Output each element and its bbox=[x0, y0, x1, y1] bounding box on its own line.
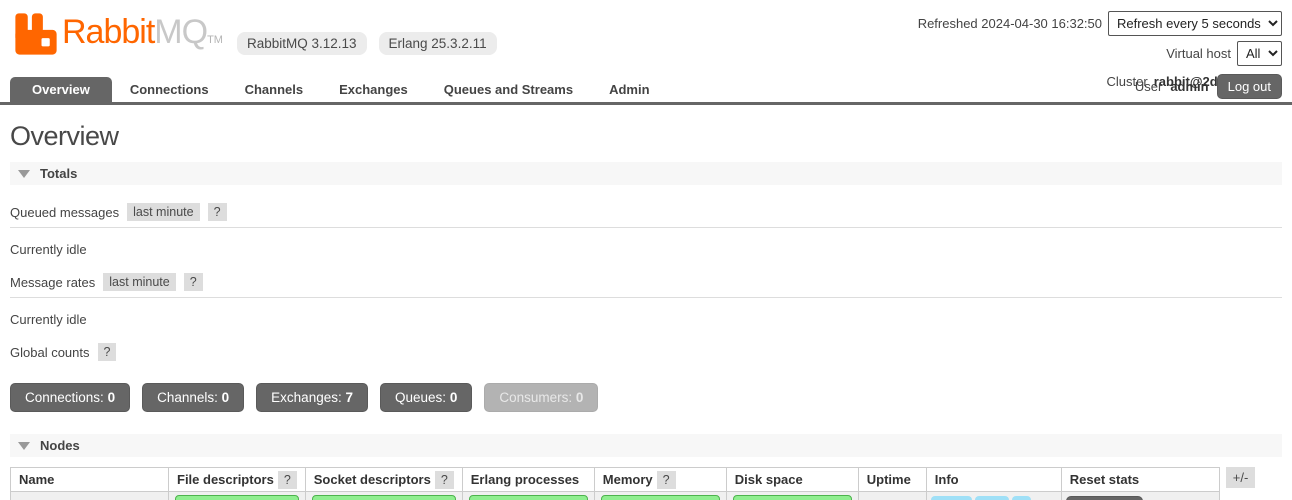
message-rates-label: Message rates bbox=[10, 274, 96, 290]
node-name-cell: rabbit@2d4f0fdf0306 bbox=[10, 491, 169, 500]
collapse-arrow-icon bbox=[18, 441, 30, 450]
col-header-file-descriptors: File descriptors? bbox=[168, 467, 306, 492]
nodes-section-title: Nodes bbox=[40, 438, 80, 453]
rabbitmq-logo-icon bbox=[15, 13, 57, 55]
col-header-socket-descriptors: Socket descriptors? bbox=[304, 467, 463, 492]
nodes-table: Name File descriptors? Socket descriptor… bbox=[10, 467, 1220, 500]
message-rates-range-badge[interactable]: last minute bbox=[103, 273, 176, 291]
exchanges-count-button[interactable]: Exchanges: 7 bbox=[256, 383, 368, 412]
col-header-disk-space: Disk space bbox=[725, 467, 859, 492]
logo-mq: MQ bbox=[154, 13, 208, 51]
node-row: rabbit@2d4f0fdf0306 37 1073741816 availa… bbox=[10, 491, 1220, 500]
queued-messages-range-badge[interactable]: last minute bbox=[127, 203, 200, 221]
connections-count-button[interactable]: Connections: 0 bbox=[10, 383, 131, 412]
logo-rabbit: Rabbit bbox=[62, 13, 155, 51]
col-header-info: Info bbox=[925, 467, 1062, 492]
refresh-row: Refreshed 2024-04-30 16:32:50 Refresh ev… bbox=[918, 10, 1282, 36]
virtual-host-row: Virtual host All bbox=[918, 40, 1282, 66]
page-title: Overview bbox=[10, 121, 119, 151]
memory-cell: 143 MiB 6.0 GiB high watermark bbox=[593, 491, 727, 500]
uptime-cell: 0m 53s bbox=[857, 491, 927, 500]
global-counts-help-icon[interactable]: ? bbox=[97, 343, 117, 361]
version-badges: RabbitMQ 3.12.13 Erlang 25.3.2.11 bbox=[236, 32, 497, 55]
reset-stats-cell: This nodeAll nodes bbox=[1060, 491, 1220, 500]
info-cell: basicdisc2rss bbox=[925, 491, 1062, 500]
info-badge-disc: disc bbox=[974, 496, 1010, 500]
disk-space-cell: 67 GiB 48 MiB low watermark bbox=[725, 491, 859, 500]
nodes-section-header[interactable]: Nodes bbox=[10, 434, 1282, 457]
col-header-reset-stats: Reset stats bbox=[1060, 467, 1220, 492]
user-label: User bbox=[1134, 79, 1163, 94]
virtual-host-label: Virtual host bbox=[1166, 45, 1231, 61]
reset-this-node-button[interactable]: This node bbox=[1065, 496, 1143, 500]
disk-space-bar: 67 GiB bbox=[732, 495, 852, 500]
col-header-memory: Memory? bbox=[593, 467, 727, 492]
info-badge-basic: basic bbox=[930, 496, 972, 500]
tab-channels[interactable]: Channels bbox=[227, 77, 322, 102]
totals-section-title: Totals bbox=[40, 166, 78, 181]
nodes-table-header-row: Name File descriptors? Socket descriptor… bbox=[10, 467, 1220, 492]
virtual-host-select[interactable]: All bbox=[1237, 40, 1282, 66]
logo-tm: TM bbox=[207, 34, 223, 46]
file-descriptors-help-icon[interactable]: ? bbox=[277, 471, 297, 489]
col-header-name: Name bbox=[10, 467, 169, 492]
channels-count-button[interactable]: Channels: 0 bbox=[142, 383, 245, 412]
global-counts-heading: Global counts ? bbox=[10, 343, 1282, 367]
refreshed-timestamp: Refreshed 2024-04-30 16:32:50 bbox=[917, 15, 1102, 31]
column-selector-button[interactable]: +/- bbox=[1225, 467, 1256, 488]
queued-messages-heading: Queued messages last minute ? bbox=[10, 203, 1282, 228]
erlang-version-badge: Erlang 25.3.2.11 bbox=[378, 32, 497, 55]
consumers-count-button: Consumers: 0 bbox=[484, 383, 599, 412]
socket-descriptors-cell: 0 966367545 available bbox=[304, 491, 463, 500]
collapse-arrow-icon bbox=[18, 169, 30, 178]
message-rates-idle-text: Currently idle bbox=[10, 312, 87, 327]
tab-queues-and-streams[interactable]: Queues and Streams bbox=[426, 77, 591, 102]
socket-descriptors-help-icon[interactable]: ? bbox=[434, 471, 454, 489]
header-status: Refreshed 2024-04-30 16:32:50 Refresh ev… bbox=[918, 8, 1282, 89]
queued-messages-idle-text: Currently idle bbox=[10, 242, 87, 257]
erlang-processes-cell: 391 1048576 available bbox=[461, 491, 595, 500]
tab-connections[interactable]: Connections bbox=[112, 77, 227, 102]
tab-admin[interactable]: Admin bbox=[591, 77, 667, 102]
memory-bar: 143 MiB bbox=[600, 495, 720, 500]
queues-count-button[interactable]: Queues: 0 bbox=[380, 383, 473, 412]
memory-help-icon[interactable]: ? bbox=[656, 471, 676, 489]
logout-button[interactable]: Log out bbox=[1216, 74, 1282, 99]
file-descriptors-bar: 37 bbox=[175, 495, 299, 500]
erlang-processes-bar: 391 bbox=[468, 495, 588, 500]
refresh-interval-select[interactable]: Refresh every 5 seconds bbox=[1108, 10, 1282, 36]
header: RabbitMQTM RabbitMQ 3.12.13 Erlang 25.3.… bbox=[10, 0, 1282, 89]
tab-exchanges[interactable]: Exchanges bbox=[321, 77, 426, 102]
main-nav: Overview Connections Channels Exchanges … bbox=[0, 74, 1292, 105]
queued-messages-label: Queued messages bbox=[10, 204, 120, 220]
user-area: User admin Log out bbox=[1135, 74, 1282, 102]
info-badge-count: 2 bbox=[1012, 496, 1032, 500]
logo[interactable]: RabbitMQTM RabbitMQ 3.12.13 Erlang 25.3.… bbox=[10, 8, 497, 78]
col-header-uptime: Uptime bbox=[857, 467, 927, 492]
col-header-erlang-processes: Erlang processes bbox=[461, 467, 595, 492]
nodes-table-wrap: Name File descriptors? Socket descriptor… bbox=[10, 467, 1282, 500]
totals-section-header[interactable]: Totals bbox=[10, 162, 1282, 185]
tab-overview[interactable]: Overview bbox=[10, 77, 112, 102]
message-rates-heading: Message rates last minute ? bbox=[10, 273, 1282, 298]
rabbitmq-management-page: RabbitMQTM RabbitMQ 3.12.13 Erlang 25.3.… bbox=[0, 0, 1292, 500]
global-counts-buttons: Connections: 0 Channels: 0 Exchanges: 7 … bbox=[10, 383, 1282, 412]
file-descriptors-cell: 37 1073741816 available bbox=[168, 491, 306, 500]
message-rates-help-icon[interactable]: ? bbox=[183, 273, 203, 291]
user-name: admin bbox=[1170, 79, 1209, 94]
rabbitmq-version-badge: RabbitMQ 3.12.13 bbox=[236, 32, 367, 55]
global-counts-label: Global counts bbox=[10, 344, 90, 360]
logo-text: RabbitMQTM bbox=[62, 10, 223, 62]
socket-descriptors-bar: 0 bbox=[311, 495, 456, 500]
queued-messages-help-icon[interactable]: ? bbox=[207, 203, 227, 221]
